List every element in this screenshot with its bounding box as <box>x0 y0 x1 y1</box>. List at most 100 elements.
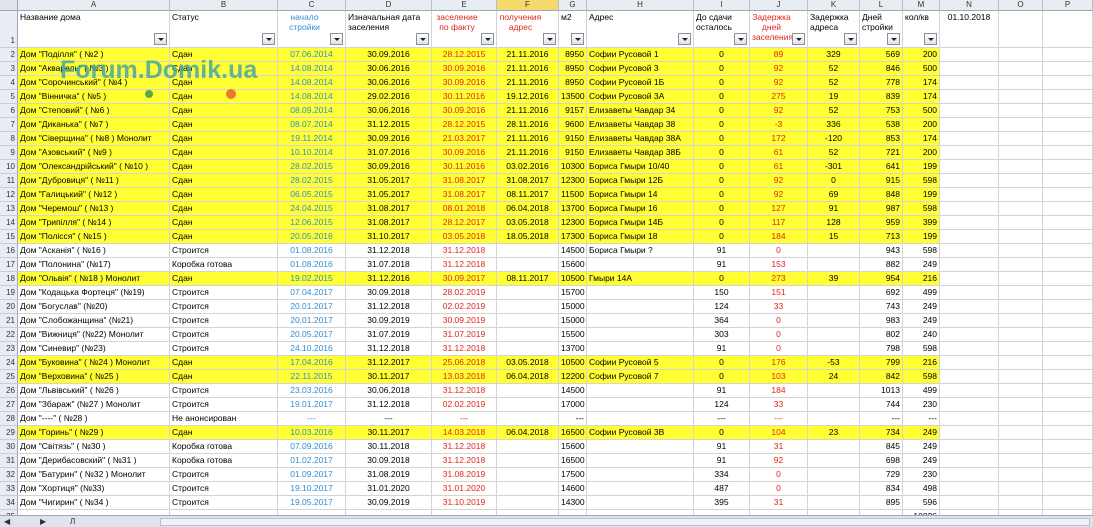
row-header[interactable]: 1 <box>0 11 18 48</box>
table-cell[interactable] <box>940 482 999 496</box>
table-cell[interactable] <box>999 104 1043 118</box>
table-cell[interactable]: 89 <box>750 48 808 62</box>
table-cell[interactable]: 598 <box>903 244 940 258</box>
table-cell[interactable]: 9157 <box>559 104 587 118</box>
table-cell[interactable]: 9150 <box>559 132 587 146</box>
table-cell[interactable]: 802 <box>860 328 903 342</box>
table-cell[interactable]: 29.02.2016 <box>346 90 432 104</box>
row-header[interactable]: 32 <box>0 468 18 482</box>
table-cell[interactable]: 842 <box>860 370 903 384</box>
table-cell[interactable]: Дом "Збараж" (№27 ) Монолит <box>18 398 170 412</box>
filter-dropdown-icon[interactable] <box>792 33 805 45</box>
table-cell[interactable]: 598 <box>903 342 940 356</box>
table-cell[interactable]: 0 <box>694 216 750 230</box>
table-cell[interactable]: 01.09.2017 <box>278 468 346 482</box>
header-cell-e[interactable]: заселение по факту <box>432 11 497 48</box>
row-header[interactable]: 9 <box>0 146 18 160</box>
table-cell[interactable]: Сдан <box>170 146 278 160</box>
table-cell[interactable]: 30.09.2016 <box>346 48 432 62</box>
table-cell[interactable]: 0 <box>694 202 750 216</box>
table-cell[interactable]: 184 <box>750 230 808 244</box>
table-cell[interactable]: Софии Русовой 3 <box>587 62 694 76</box>
header-cell-i[interactable]: До сдачи осталось <box>694 11 750 48</box>
table-cell[interactable]: 0 <box>694 174 750 188</box>
table-cell[interactable]: 31.10.2019 <box>432 496 497 510</box>
table-cell[interactable] <box>808 454 860 468</box>
table-cell[interactable]: 30.09.2016 <box>432 76 497 90</box>
table-cell[interactable]: 14.08.2014 <box>278 90 346 104</box>
table-cell[interactable]: 21.11.2016 <box>497 48 559 62</box>
table-cell[interactable]: 14500 <box>559 244 587 258</box>
table-cell[interactable]: 92 <box>750 454 808 468</box>
table-cell[interactable]: Коробка готова <box>170 454 278 468</box>
table-cell[interactable] <box>999 454 1043 468</box>
table-cell[interactable] <box>1043 272 1093 286</box>
table-cell[interactable]: 172 <box>750 132 808 146</box>
table-cell[interactable]: 0 <box>694 272 750 286</box>
table-cell[interactable]: 91 <box>694 342 750 356</box>
table-cell[interactable]: 498 <box>903 482 940 496</box>
table-cell[interactable] <box>940 104 999 118</box>
table-cell[interactable]: 20.01.2017 <box>278 300 346 314</box>
table-cell[interactable]: 07.04.2017 <box>278 286 346 300</box>
table-cell[interactable]: 0 <box>694 104 750 118</box>
table-cell[interactable]: Строится <box>170 300 278 314</box>
table-cell[interactable] <box>497 440 559 454</box>
table-cell[interactable]: 31.08.2017 <box>346 202 432 216</box>
table-cell[interactable]: Бориса Гмыри 14 <box>587 188 694 202</box>
table-cell[interactable]: 273 <box>750 272 808 286</box>
table-cell[interactable]: 104 <box>750 426 808 440</box>
table-cell[interactable]: 0 <box>694 160 750 174</box>
table-cell[interactable]: 895 <box>860 496 903 510</box>
row-header[interactable]: 26 <box>0 384 18 398</box>
table-cell[interactable]: 230 <box>903 468 940 482</box>
row-header[interactable]: 2 <box>0 48 18 62</box>
column-header-a[interactable]: A <box>18 0 170 11</box>
table-cell[interactable] <box>587 314 694 328</box>
table-cell[interactable]: 713 <box>860 230 903 244</box>
table-cell[interactable]: 28.02.2015 <box>278 174 346 188</box>
table-cell[interactable]: Дом "Богуслав" (№20) <box>18 300 170 314</box>
table-cell[interactable]: 596 <box>903 496 940 510</box>
table-cell[interactable]: 10300 <box>559 160 587 174</box>
table-cell[interactable]: 943 <box>860 244 903 258</box>
filter-dropdown-icon[interactable] <box>571 33 584 45</box>
table-cell[interactable]: 798 <box>860 342 903 356</box>
table-cell[interactable]: 10.10.2014 <box>278 146 346 160</box>
table-cell[interactable] <box>497 286 559 300</box>
row-header[interactable]: 34 <box>0 496 18 510</box>
table-cell[interactable] <box>808 468 860 482</box>
table-cell[interactable]: 31.12.2015 <box>346 118 432 132</box>
table-cell[interactable]: Елизаветы Чавдар 38 <box>587 118 694 132</box>
table-cell[interactable] <box>940 314 999 328</box>
table-cell[interactable]: 31.01.2020 <box>432 482 497 496</box>
select-all-corner[interactable] <box>0 0 18 11</box>
table-cell[interactable]: 21.11.2016 <box>497 104 559 118</box>
table-cell[interactable]: 08.11.2017 <box>497 272 559 286</box>
row-header[interactable]: 20 <box>0 300 18 314</box>
table-cell[interactable] <box>999 342 1043 356</box>
table-cell[interactable] <box>1043 384 1093 398</box>
table-cell[interactable]: Дом "Асканія" ( №16 ) <box>18 244 170 258</box>
table-cell[interactable] <box>1043 132 1093 146</box>
table-cell[interactable]: 31.12.2016 <box>346 272 432 286</box>
table-cell[interactable]: 06.05.2015 <box>278 188 346 202</box>
table-cell[interactable] <box>587 496 694 510</box>
table-cell[interactable]: Бориса Гмыри ? <box>587 244 694 258</box>
table-cell[interactable]: 249 <box>903 454 940 468</box>
table-cell[interactable]: 28.02.2019 <box>432 286 497 300</box>
table-cell[interactable]: 30.06.2018 <box>346 384 432 398</box>
table-cell[interactable] <box>999 174 1043 188</box>
table-cell[interactable]: 641 <box>860 160 903 174</box>
table-cell[interactable]: 31.12.2017 <box>346 356 432 370</box>
table-cell[interactable]: 499 <box>903 286 940 300</box>
filter-dropdown-icon[interactable] <box>416 33 429 45</box>
table-cell[interactable]: 21.11.2016 <box>497 146 559 160</box>
table-cell[interactable]: --- <box>694 412 750 426</box>
filter-dropdown-icon[interactable] <box>154 33 167 45</box>
table-cell[interactable]: 200 <box>903 118 940 132</box>
table-cell[interactable]: --- <box>346 412 432 426</box>
row-header[interactable]: 31 <box>0 454 18 468</box>
table-cell[interactable] <box>940 146 999 160</box>
table-cell[interactable] <box>497 482 559 496</box>
